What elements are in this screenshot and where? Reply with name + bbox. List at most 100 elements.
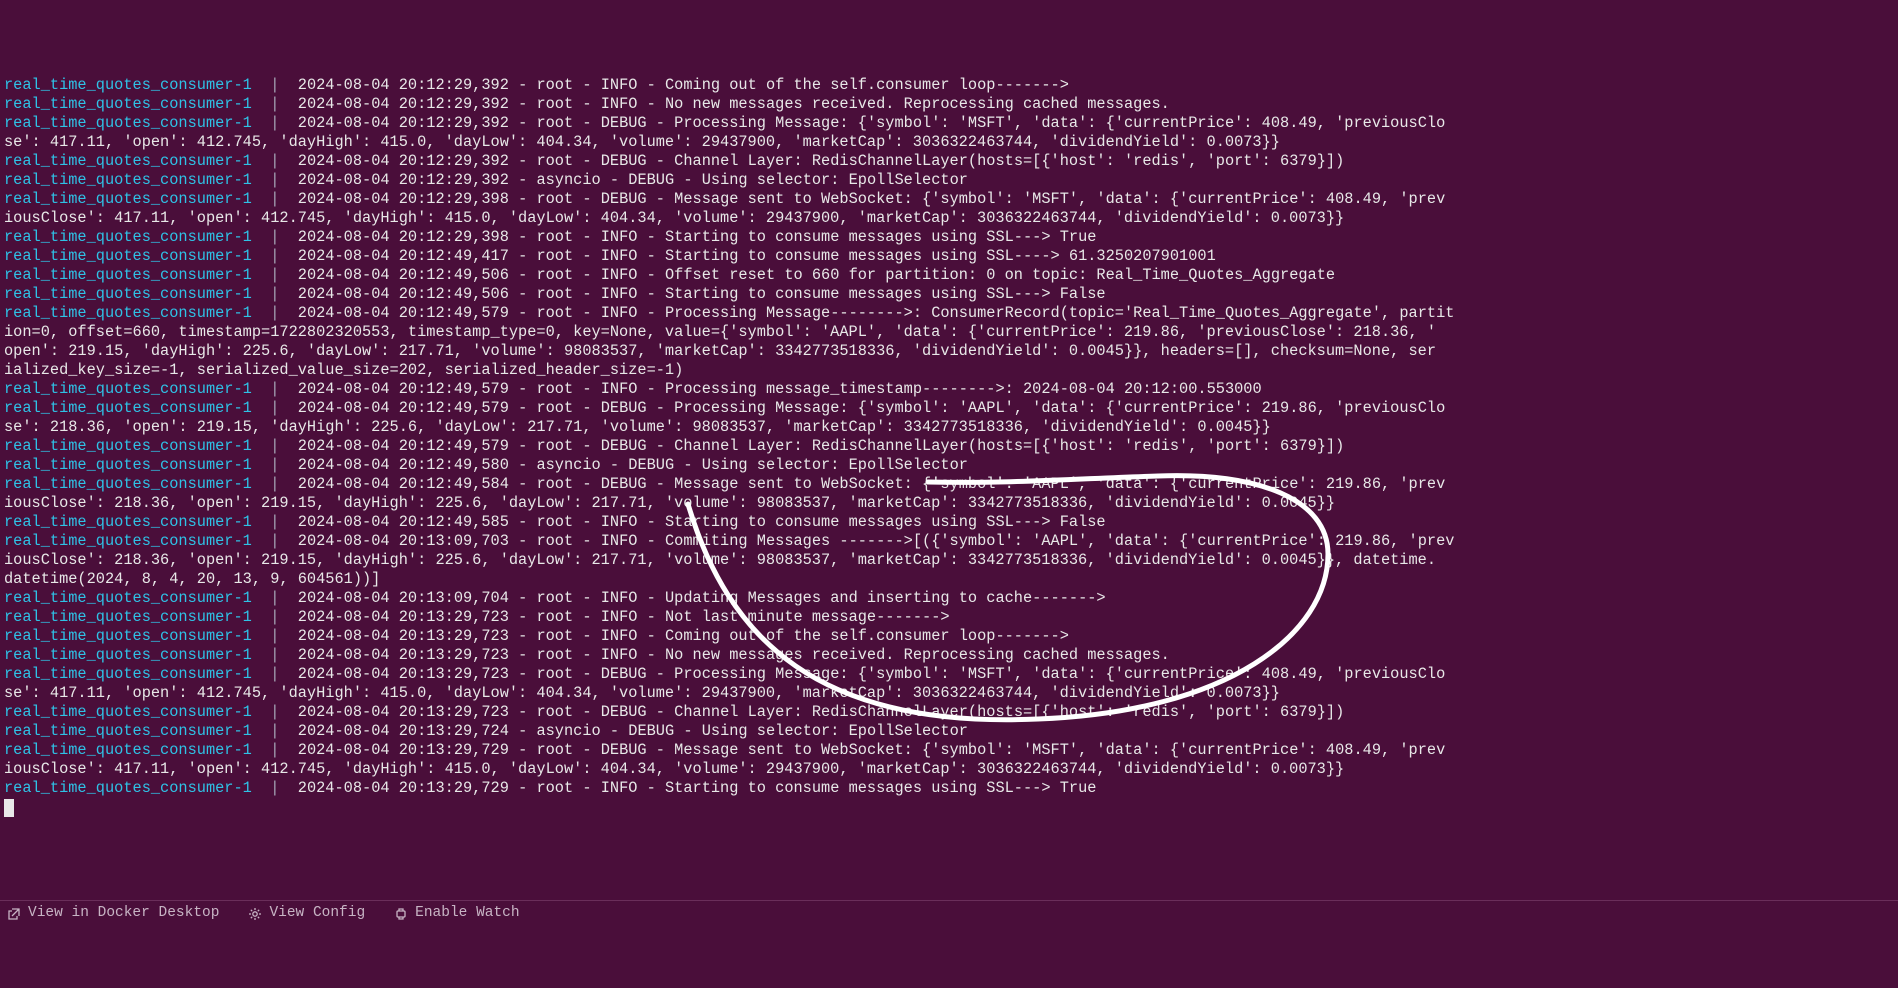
service-name: real_time_quotes_consumer-1 xyxy=(4,114,252,132)
timestamp: 2024-08-04 20:13:29,723 xyxy=(298,646,509,664)
log-message-continuation: ion=0, offset=660, timestamp=17228023205… xyxy=(4,323,1436,341)
timestamp: 2024-08-04 20:12:29,398 xyxy=(298,190,509,208)
enable-watch-button[interactable]: Enable Watch xyxy=(393,904,519,923)
logger-name: root xyxy=(536,380,573,398)
service-name: real_time_quotes_consumer-1 xyxy=(4,722,252,740)
logger-name: root xyxy=(536,285,573,303)
separator: | xyxy=(252,171,289,189)
log-line: real_time_quotes_consumer-1 | 2024-08-04… xyxy=(4,475,1894,494)
log-message: Using selector: EpollSelector xyxy=(702,722,968,740)
log-message: Channel Layer: RedisChannelLayer(hosts=[… xyxy=(674,152,1344,170)
log-message: Processing Message: {'symbol': 'MSFT', '… xyxy=(674,114,1445,132)
log-level: INFO xyxy=(601,532,638,550)
log-line: iousClose': 417.11, 'open': 412.745, 'da… xyxy=(4,760,1894,779)
logger-name: root xyxy=(536,266,573,284)
service-name: real_time_quotes_consumer-1 xyxy=(4,703,252,721)
log-message: Starting to consume messages using SSL--… xyxy=(665,228,1096,246)
log-line: open': 219.15, 'dayHigh': 225.6, 'dayLow… xyxy=(4,342,1894,361)
log-line: real_time_quotes_consumer-1 | 2024-08-04… xyxy=(4,646,1894,665)
separator: | xyxy=(252,304,289,322)
logger-name: root xyxy=(536,741,573,759)
service-name: real_time_quotes_consumer-1 xyxy=(4,247,252,265)
log-line: real_time_quotes_consumer-1 | 2024-08-04… xyxy=(4,76,1894,95)
log-message: Starting to consume messages using SSL--… xyxy=(665,285,1106,303)
log-line: real_time_quotes_consumer-1 | 2024-08-04… xyxy=(4,285,1894,304)
timestamp: 2024-08-04 20:12:49,579 xyxy=(298,304,509,322)
service-name: real_time_quotes_consumer-1 xyxy=(4,380,252,398)
separator: | xyxy=(252,152,289,170)
timestamp: 2024-08-04 20:12:49,579 xyxy=(298,399,509,417)
log-line: ialized_key_size=-1, serialized_value_si… xyxy=(4,361,1894,380)
log-message-continuation: iousClose': 218.36, 'open': 219.15, 'day… xyxy=(4,551,1436,569)
log-message: Channel Layer: RedisChannelLayer(hosts=[… xyxy=(674,437,1344,455)
timestamp: 2024-08-04 20:13:29,723 xyxy=(298,665,509,683)
timestamp: 2024-08-04 20:13:29,723 xyxy=(298,627,509,645)
log-line: real_time_quotes_consumer-1 | 2024-08-04… xyxy=(4,608,1894,627)
logger-name: root xyxy=(536,646,573,664)
log-message: Commiting Messages ------->[({'symbol': … xyxy=(665,532,1454,550)
log-level: INFO xyxy=(601,646,638,664)
separator: | xyxy=(252,722,289,740)
log-line: real_time_quotes_consumer-1 | 2024-08-04… xyxy=(4,380,1894,399)
log-message: Message sent to WebSocket: {'symbol': 'M… xyxy=(674,190,1445,208)
log-message-continuation: iousClose': 417.11, 'open': 412.745, 'da… xyxy=(4,209,1344,227)
timestamp: 2024-08-04 20:13:29,729 xyxy=(298,779,509,797)
terminal-log-output[interactable]: real_time_quotes_consumer-1 | 2024-08-04… xyxy=(0,76,1898,817)
log-level: DEBUG xyxy=(601,475,647,493)
separator: | xyxy=(252,627,289,645)
separator: | xyxy=(252,266,289,284)
log-message-continuation: se': 218.36, 'open': 219.15, 'dayHigh': … xyxy=(4,418,1271,436)
view-config-button[interactable]: View Config xyxy=(247,904,365,923)
log-line: real_time_quotes_consumer-1 | 2024-08-04… xyxy=(4,741,1894,760)
log-level: INFO xyxy=(601,779,638,797)
log-message-continuation: iousClose': 417.11, 'open': 412.745, 'da… xyxy=(4,760,1344,778)
service-name: real_time_quotes_consumer-1 xyxy=(4,95,252,113)
timestamp: 2024-08-04 20:12:29,392 xyxy=(298,76,509,94)
service-name: real_time_quotes_consumer-1 xyxy=(4,779,252,797)
service-name: real_time_quotes_consumer-1 xyxy=(4,608,252,626)
timestamp: 2024-08-04 20:13:29,724 xyxy=(298,722,509,740)
log-level: INFO xyxy=(601,285,638,303)
log-level: INFO xyxy=(601,304,638,322)
log-line: real_time_quotes_consumer-1 | 2024-08-04… xyxy=(4,703,1894,722)
timestamp: 2024-08-04 20:13:29,723 xyxy=(298,608,509,626)
log-line: real_time_quotes_consumer-1 | 2024-08-04… xyxy=(4,266,1894,285)
view-config-label: View Config xyxy=(269,904,365,923)
logger-name: root xyxy=(536,665,573,683)
service-name: real_time_quotes_consumer-1 xyxy=(4,665,252,683)
logger-name: root xyxy=(536,437,573,455)
separator: | xyxy=(252,285,289,303)
log-level: DEBUG xyxy=(601,399,647,417)
log-line: real_time_quotes_consumer-1 | 2024-08-04… xyxy=(4,513,1894,532)
external-link-icon xyxy=(6,906,22,922)
logger-name: asyncio xyxy=(536,456,600,474)
log-message: Starting to consume messages using SSL--… xyxy=(665,513,1106,531)
log-message-continuation: iousClose': 218.36, 'open': 219.15, 'day… xyxy=(4,494,1335,512)
separator: | xyxy=(252,95,289,113)
log-line: real_time_quotes_consumer-1 | 2024-08-04… xyxy=(4,665,1894,684)
log-line: real_time_quotes_consumer-1 | 2024-08-04… xyxy=(4,532,1894,551)
log-message-continuation: ialized_key_size=-1, serialized_value_si… xyxy=(4,361,683,379)
timestamp: 2024-08-04 20:12:49,585 xyxy=(298,513,509,531)
log-level: DEBUG xyxy=(628,171,674,189)
separator: | xyxy=(252,589,289,607)
separator: | xyxy=(252,703,289,721)
view-docker-desktop-button[interactable]: View in Docker Desktop xyxy=(6,904,219,923)
timestamp: 2024-08-04 20:12:49,506 xyxy=(298,266,509,284)
log-level: INFO xyxy=(601,95,638,113)
log-level: DEBUG xyxy=(601,741,647,759)
log-line: real_time_quotes_consumer-1 | 2024-08-04… xyxy=(4,456,1894,475)
log-line: real_time_quotes_consumer-1 | 2024-08-04… xyxy=(4,95,1894,114)
log-message: Offset reset to 660 for partition: 0 on … xyxy=(665,266,1335,284)
status-bar: View in Docker Desktop View Config Enabl… xyxy=(0,900,1898,926)
log-line: real_time_quotes_consumer-1 | 2024-08-04… xyxy=(4,722,1894,741)
logger-name: root xyxy=(536,399,573,417)
service-name: real_time_quotes_consumer-1 xyxy=(4,266,252,284)
watch-icon xyxy=(393,906,409,922)
separator: | xyxy=(252,741,289,759)
timestamp: 2024-08-04 20:12:49,506 xyxy=(298,285,509,303)
service-name: real_time_quotes_consumer-1 xyxy=(4,285,252,303)
log-line: se': 218.36, 'open': 219.15, 'dayHigh': … xyxy=(4,418,1894,437)
log-line: real_time_quotes_consumer-1 | 2024-08-04… xyxy=(4,437,1894,456)
service-name: real_time_quotes_consumer-1 xyxy=(4,152,252,170)
